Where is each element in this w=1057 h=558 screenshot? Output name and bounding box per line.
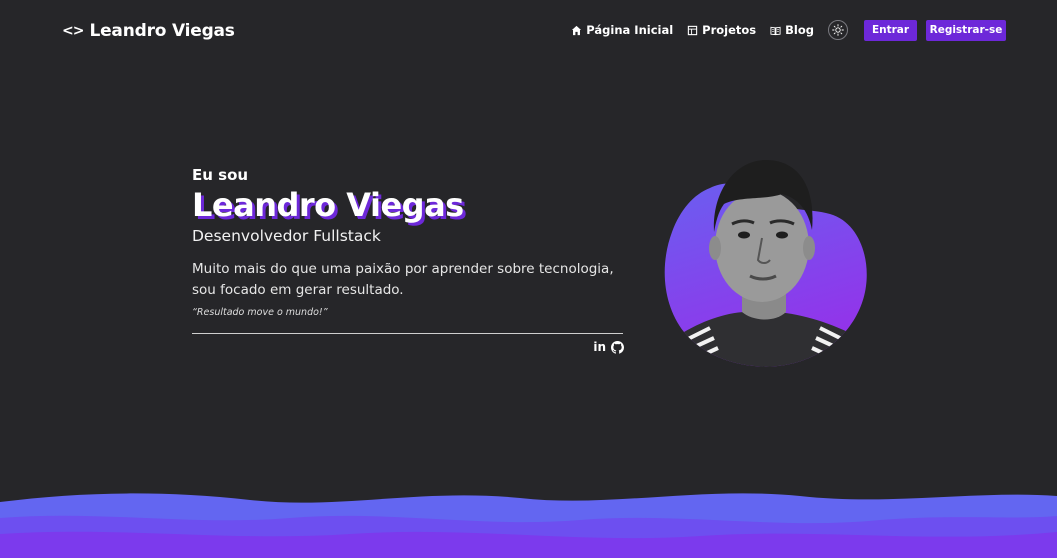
nav-projects-label: Projetos	[702, 23, 757, 37]
hero-name: Leandro Viegas	[192, 186, 464, 224]
nav-home-label: Página Inicial	[586, 23, 674, 37]
hero-quote: “Resultado move o mundo!”	[192, 307, 328, 318]
logo[interactable]: <> Leandro Viegas	[62, 20, 235, 42]
register-button[interactable]: Registrar-se	[926, 19, 1006, 41]
nav-blog-label: Blog	[785, 23, 814, 37]
projects-icon	[687, 25, 698, 35]
header: <> Leandro Viegas Página Inicial Projeto…	[0, 0, 1057, 62]
main-nav: Página Inicial Projetos Blog Entrar Regi…	[571, 19, 1006, 41]
nav-blog[interactable]: Blog	[770, 23, 814, 37]
hero-role: Desenvolvedor Fullstack	[192, 227, 381, 245]
nav-home[interactable]: Página Inicial	[571, 23, 673, 37]
code-icon: <>	[62, 23, 84, 39]
social-links: in	[192, 340, 624, 354]
sun-icon	[832, 24, 844, 36]
github-icon[interactable]	[611, 340, 624, 354]
linkedin-icon[interactable]: in	[593, 340, 606, 354]
home-icon	[572, 25, 582, 35]
hero-section: Eu sou Leandro Viegas Desenvolvedor Full…	[192, 165, 624, 354]
logo-text: Leandro Viegas	[89, 21, 235, 41]
theme-toggle[interactable]	[828, 20, 848, 40]
login-button[interactable]: Entrar	[864, 19, 917, 41]
nav-projects[interactable]: Projetos	[687, 23, 756, 37]
decorative-waves	[0, 493, 1057, 558]
profile-avatar	[658, 150, 873, 370]
hero-intro: Eu sou	[192, 166, 249, 184]
hero-description: Muito mais do que uma paixão por aprende…	[192, 261, 614, 298]
hero-divider	[192, 333, 623, 334]
book-icon	[770, 26, 781, 35]
